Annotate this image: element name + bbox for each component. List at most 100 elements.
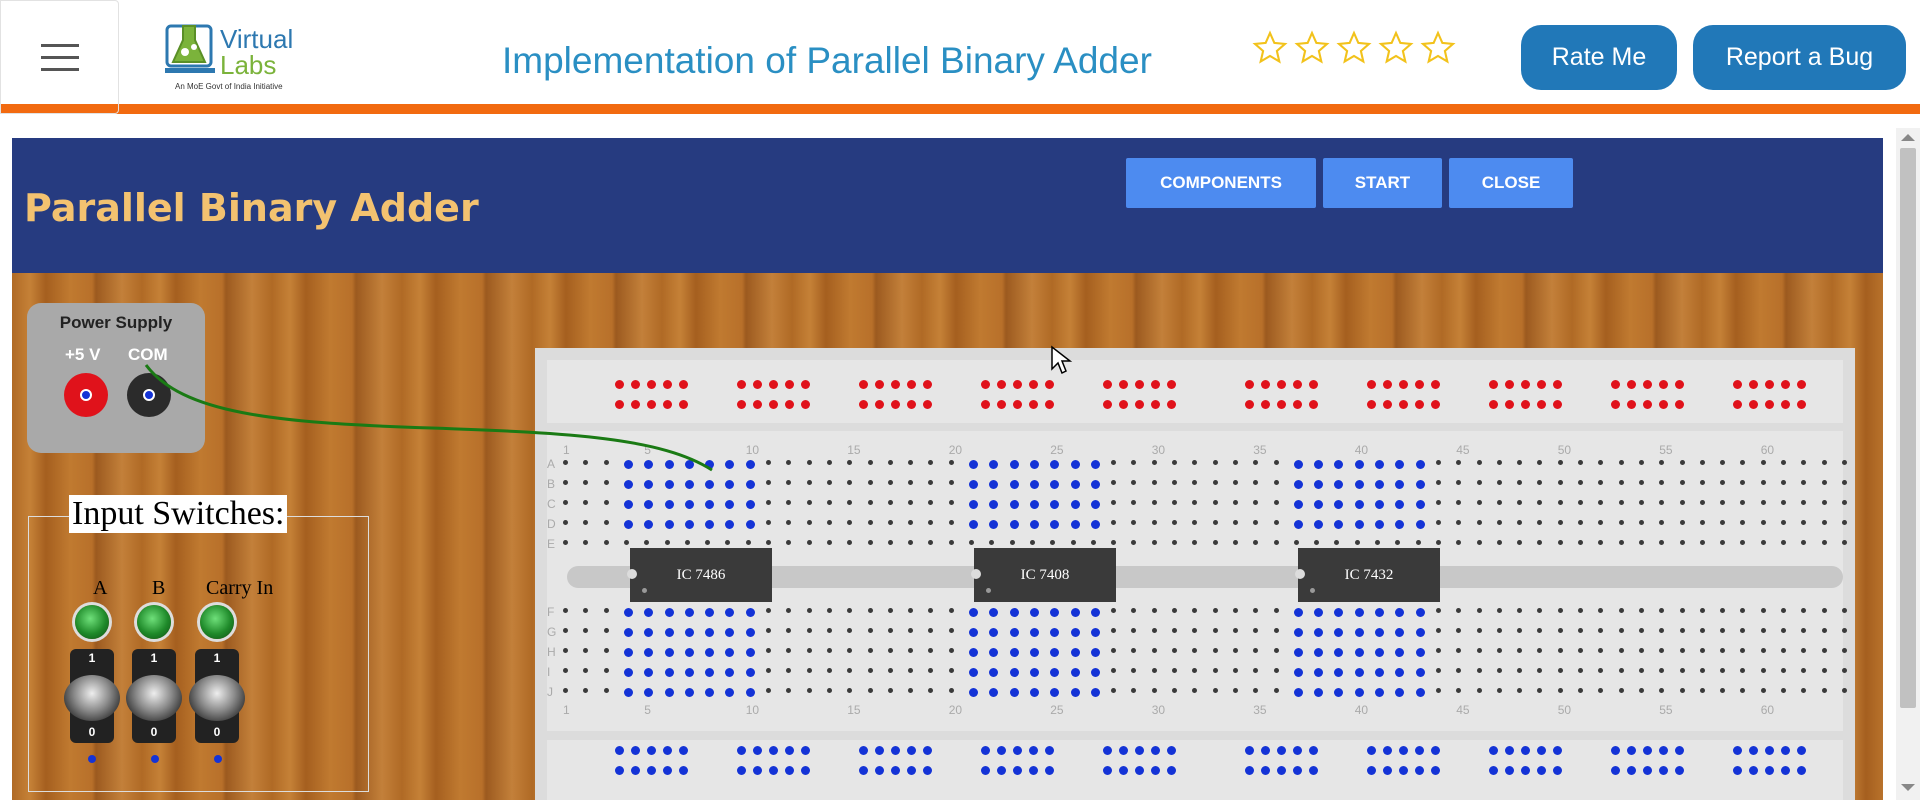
breadboard-hole[interactable] [1245, 380, 1254, 389]
breadboard-hole[interactable] [1029, 608, 1039, 617]
breadboard-hole[interactable] [1781, 648, 1786, 653]
breadboard-hole[interactable] [1841, 608, 1847, 613]
breadboard-hole[interactable] [1172, 628, 1177, 633]
breadboard-hole[interactable] [859, 380, 868, 389]
breadboard-hole[interactable] [769, 746, 778, 755]
breadboard-hole[interactable] [664, 480, 674, 489]
breadboard-hole[interactable] [1781, 520, 1786, 525]
breadboard-hole[interactable] [923, 400, 932, 409]
breadboard-hole[interactable] [1090, 480, 1100, 489]
breadboard-hole[interactable] [1029, 460, 1039, 469]
breadboard-hole[interactable] [907, 400, 916, 409]
star-icon[interactable] [1420, 30, 1456, 66]
breadboard-hole[interactable] [1375, 480, 1384, 489]
ic-7408[interactable]: IC 7408 [971, 548, 1116, 602]
breadboard-hole[interactable] [766, 668, 771, 673]
rate-me-button[interactable]: Rate Me [1521, 25, 1677, 90]
breadboard-hole[interactable] [1675, 400, 1684, 409]
breadboard-hole[interactable] [1309, 746, 1318, 755]
breadboard-hole[interactable] [1090, 608, 1100, 617]
breadboard-hole[interactable] [981, 380, 990, 389]
breadboard-hole[interactable] [826, 500, 832, 505]
breadboard-hole[interactable] [867, 688, 873, 693]
switch-a-toggle[interactable]: 1 0 [64, 649, 120, 743]
breadboard-hole[interactable] [1781, 608, 1786, 613]
breadboard-hole[interactable] [1273, 520, 1279, 525]
breadboard-hole[interactable] [603, 668, 609, 673]
breadboard-hole[interactable] [891, 400, 900, 409]
breadboard-hole[interactable] [981, 766, 990, 775]
breadboard-hole[interactable] [1618, 688, 1624, 693]
breadboard-hole[interactable] [1760, 500, 1766, 505]
breadboard-hole[interactable] [1841, 668, 1847, 673]
breadboard-hole[interactable] [1618, 460, 1624, 465]
breadboard-hole[interactable] [663, 746, 672, 755]
breadboard-hole[interactable] [1521, 766, 1530, 775]
breadboard-hole[interactable] [745, 628, 755, 637]
breadboard-hole[interactable] [1638, 540, 1644, 545]
breadboard-hole[interactable] [801, 766, 810, 775]
breadboard-hole[interactable] [806, 500, 812, 505]
breadboard-hole[interactable] [1172, 460, 1177, 465]
breadboard-hole[interactable] [1765, 380, 1774, 389]
breadboard-hole[interactable] [563, 688, 568, 693]
breadboard-hole[interactable] [1476, 480, 1482, 485]
breadboard-hole[interactable] [1797, 400, 1806, 409]
breadboard-hole[interactable] [1841, 688, 1847, 693]
breadboard-hole[interactable] [806, 460, 812, 465]
breadboard-hole[interactable] [1273, 628, 1279, 633]
breadboard-hole[interactable] [1151, 380, 1160, 389]
breadboard-hole[interactable] [1638, 648, 1644, 653]
breadboard-hole[interactable] [1354, 480, 1364, 489]
breadboard-hole[interactable] [1611, 746, 1620, 755]
breadboard-hole[interactable] [631, 766, 640, 775]
breadboard-hole[interactable] [745, 648, 755, 657]
breadboard-hole[interactable] [1557, 480, 1563, 485]
breadboard-hole[interactable] [1557, 648, 1563, 653]
breadboard-hole[interactable] [623, 648, 633, 657]
breadboard-hole[interactable] [1699, 688, 1705, 693]
breadboard-hole[interactable] [1232, 460, 1238, 465]
breadboard-hole[interactable] [867, 460, 873, 465]
breadboard-hole[interactable] [1232, 520, 1238, 525]
breadboard-hole[interactable] [1273, 460, 1279, 465]
breadboard-hole[interactable] [684, 648, 694, 657]
breadboard-hole[interactable] [1354, 668, 1364, 677]
breadboard-hole[interactable] [1553, 380, 1562, 389]
breadboard-hole[interactable] [1277, 746, 1286, 755]
breadboard-hole[interactable] [1151, 500, 1157, 505]
breadboard-hole[interactable] [1232, 688, 1238, 693]
breadboard-hole[interactable] [1659, 380, 1668, 389]
breadboard-hole[interactable] [603, 520, 609, 525]
breadboard-hole[interactable] [1679, 628, 1685, 633]
breadboard-hole[interactable] [1435, 480, 1441, 485]
breadboard-hole[interactable] [826, 668, 832, 673]
breadboard-hole[interactable] [859, 400, 868, 409]
breadboard-hole[interactable] [1578, 628, 1583, 633]
breadboard-hole[interactable] [1760, 668, 1766, 673]
breadboard-hole[interactable] [923, 746, 932, 755]
breadboard-hole[interactable] [1781, 668, 1786, 673]
breadboard-hole[interactable] [1578, 480, 1583, 485]
breadboard-hole[interactable] [867, 648, 873, 653]
breadboard-hole[interactable] [1367, 766, 1376, 775]
breadboard-hole[interactable] [969, 688, 978, 697]
breadboard-hole[interactable] [1618, 648, 1624, 653]
breadboard-hole[interactable] [1733, 380, 1742, 389]
breadboard-hole[interactable] [1151, 460, 1157, 465]
breadboard-hole[interactable] [615, 380, 624, 389]
breadboard-hole[interactable] [867, 668, 873, 673]
star-icon[interactable] [1378, 30, 1414, 66]
breadboard-hole[interactable] [1293, 766, 1302, 775]
breadboard-hole[interactable] [1070, 668, 1080, 677]
start-button[interactable]: START [1323, 158, 1442, 208]
breadboard-hole[interactable] [1781, 628, 1786, 633]
breadboard-hole[interactable] [615, 746, 624, 755]
breadboard-hole[interactable] [1638, 628, 1644, 633]
breadboard-hole[interactable] [1496, 608, 1502, 613]
breadboard-hole[interactable] [1151, 766, 1160, 775]
breadboard-hole[interactable] [1119, 400, 1128, 409]
breadboard-hole[interactable] [1435, 688, 1441, 693]
breadboard-hole[interactable] [737, 380, 746, 389]
breadboard-hole[interactable] [1821, 648, 1827, 653]
